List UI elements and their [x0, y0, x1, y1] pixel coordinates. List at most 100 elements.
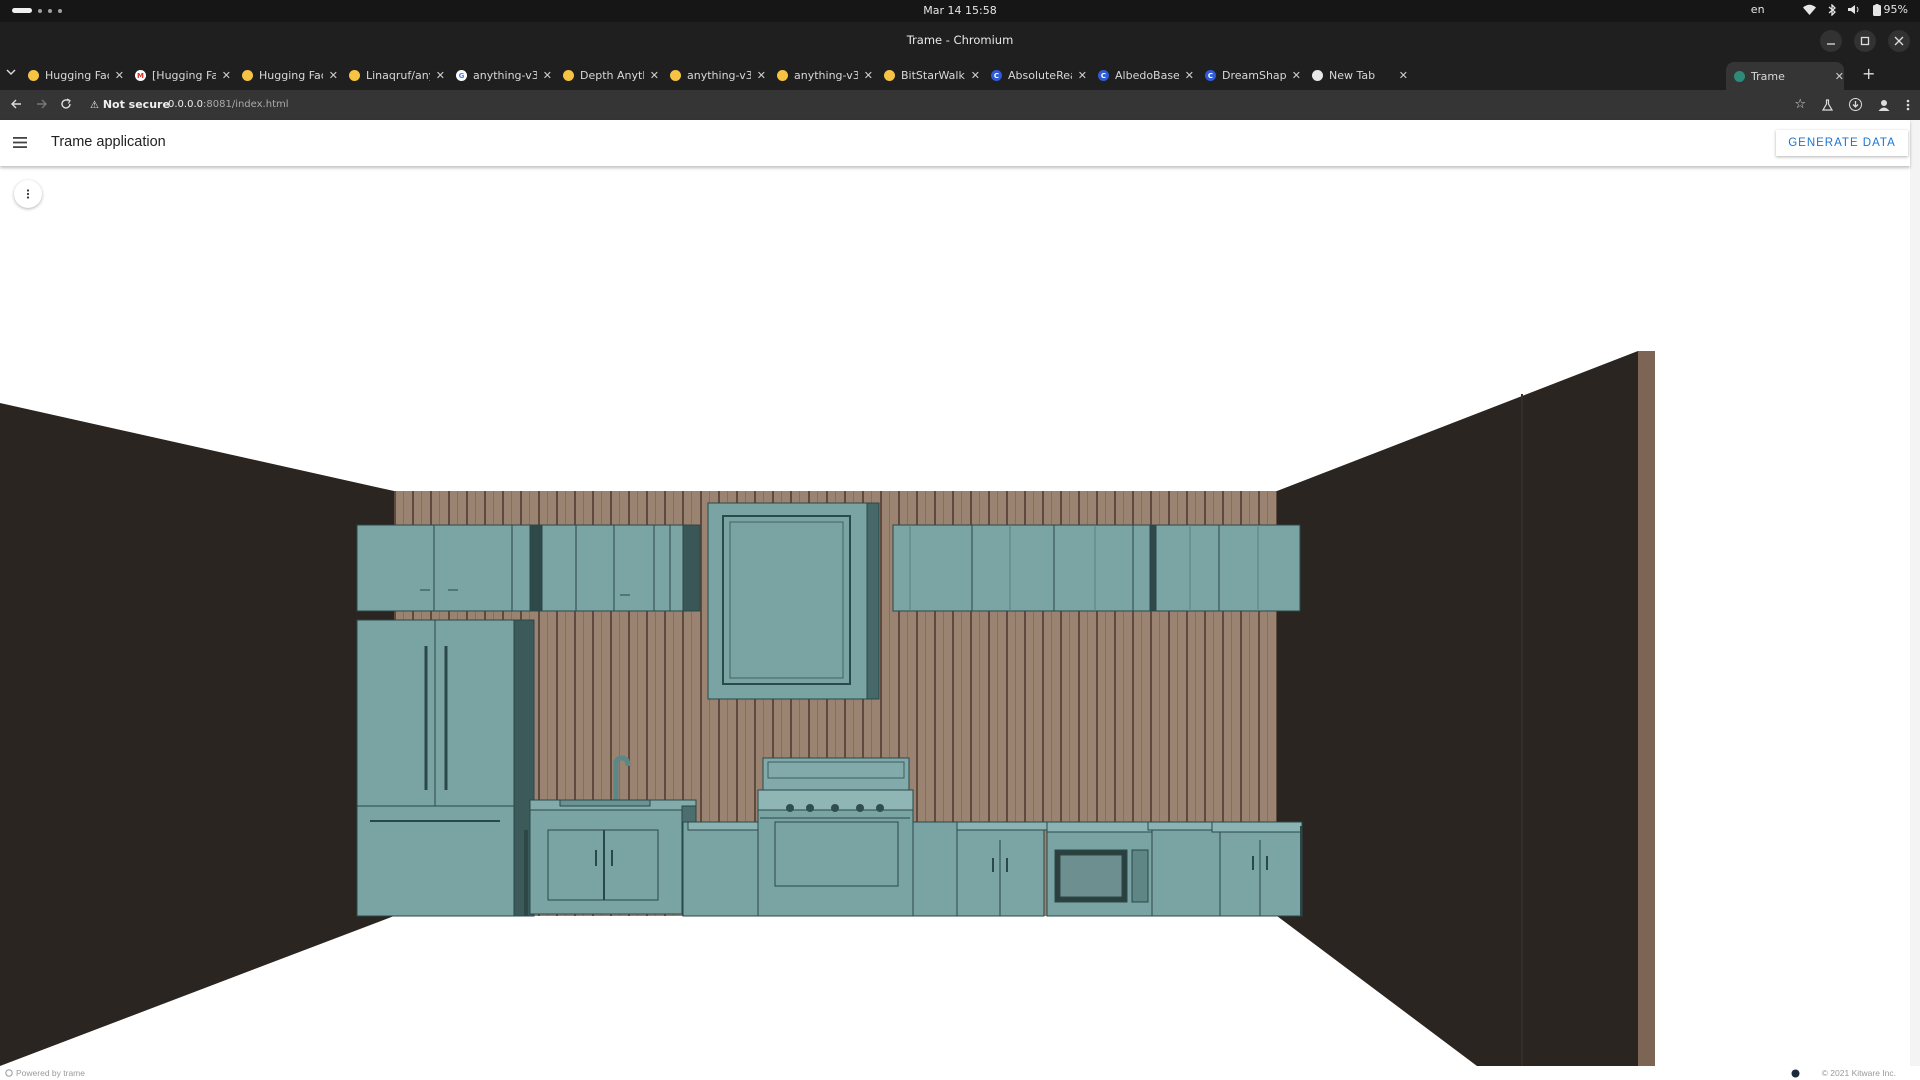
tab-close-icon[interactable]: ✕	[650, 69, 659, 82]
tab-13[interactable]: New Tab ✕	[1312, 62, 1408, 89]
tab-close-icon[interactable]: ✕	[1185, 69, 1194, 82]
reload-icon[interactable]	[60, 98, 72, 110]
tab-11[interactable]: C AlbedoBase XL ✕	[1098, 62, 1194, 89]
tab-label: BitStarWalkin/RF	[901, 69, 965, 82]
battery-icon	[1872, 3, 1881, 16]
labs-flask-icon[interactable]	[1822, 98, 1833, 111]
tab-14[interactable]: Trame ✕	[1726, 62, 1844, 90]
sink-cabinet	[529, 805, 683, 915]
battery-percentage: 95%	[1883, 3, 1908, 16]
url-field[interactable]: 0.0.0.0:8081/index.html	[168, 99, 289, 110]
huggingface-icon	[28, 70, 39, 81]
warning-triangle-icon: ⚠	[90, 100, 99, 111]
chrome-icon	[1312, 70, 1323, 81]
tab-close-icon[interactable]: ✕	[971, 69, 980, 82]
speaker-icon	[1847, 5, 1859, 14]
tab-close-icon[interactable]: ✕	[1399, 69, 1408, 82]
tab-label: Depth Anything	[580, 69, 644, 82]
huggingface-icon	[242, 70, 253, 81]
tab-10[interactable]: C AbsoluteReality ✕	[991, 62, 1087, 89]
close-window-button[interactable]	[1888, 30, 1910, 52]
system-tray[interactable]: en 95%	[1751, 3, 1908, 16]
tab-label: anything-v3-full.s	[794, 69, 858, 82]
new-tab-button[interactable]: +	[1862, 64, 1875, 83]
page-scrollbar[interactable]	[1910, 120, 1920, 1066]
bookmark-star-icon[interactable]: ☆	[1794, 97, 1806, 112]
download-icon[interactable]	[1849, 98, 1862, 111]
security-indicator[interactable]: ⚠ Not secure	[90, 98, 170, 111]
back-arrow-icon[interactable]	[10, 98, 22, 110]
address-bar-row: ⚠ Not secure 0.0.0.0:8081/index.html ☆	[0, 90, 1920, 120]
tab-close-icon[interactable]: ✕	[543, 69, 552, 82]
tab-5[interactable]: Ganything-v3 full ✕	[456, 62, 552, 89]
browser-menu-icon[interactable]	[1906, 99, 1910, 111]
more-vert-icon	[26, 189, 30, 199]
huggingface-icon	[777, 70, 788, 81]
tab-label: New Tab	[1329, 69, 1376, 82]
tab-label: anything-v3-full.s	[687, 69, 751, 82]
system-clock[interactable]: Mar 14 15:58	[0, 4, 1920, 17]
tab-label: Hugging Face – T	[45, 69, 109, 82]
tab-label: DreamShaper XL	[1222, 69, 1286, 82]
window-title: Trame - Chromium	[906, 33, 1014, 47]
maximize-button[interactable]	[1854, 30, 1876, 52]
tab-1[interactable]: Hugging Face – T ✕	[28, 62, 124, 89]
language-indicator[interactable]: en	[1751, 3, 1765, 16]
hamburger-menu-icon[interactable]	[13, 137, 27, 148]
copyright-text: © 2021 Kitware Inc.	[1821, 1068, 1896, 1078]
civitai-icon: C	[1205, 70, 1216, 81]
tab-close-icon[interactable]: ✕	[115, 69, 124, 82]
tab-12[interactable]: C DreamShaper XL ✕	[1205, 62, 1301, 89]
app-title: Trame application	[51, 134, 166, 150]
tab-label: AlbedoBase XL	[1115, 69, 1179, 82]
forward-arrow-icon[interactable]	[36, 98, 48, 110]
tab-4[interactable]: Linaqruf/anythin ✕	[349, 62, 445, 89]
tab-search-chevron-icon[interactable]	[6, 67, 16, 77]
tab-close-icon[interactable]: ✕	[329, 69, 338, 82]
tab-label: Hugging Face – T	[259, 69, 323, 82]
civitai-icon: C	[1098, 70, 1109, 81]
tab-close-icon[interactable]: ✕	[757, 69, 766, 82]
tab-3[interactable]: Hugging Face – T ✕	[242, 62, 338, 89]
system-top-bar: Mar 14 15:58 en 95%	[0, 0, 1920, 22]
civitai-icon: C	[991, 70, 1002, 81]
maximize-icon	[1860, 36, 1870, 46]
huggingface-icon	[349, 70, 360, 81]
tab-8[interactable]: anything-v3-full.s ✕	[777, 62, 873, 89]
powered-by-text: Powered by trame	[16, 1068, 85, 1078]
kitware-logo-icon	[1791, 1069, 1800, 1077]
tab-close-icon[interactable]: ✕	[1835, 70, 1844, 83]
huggingface-icon	[884, 70, 895, 81]
close-icon	[1894, 36, 1904, 46]
trame-icon	[1734, 70, 1745, 82]
gmail-icon: M	[135, 70, 146, 81]
left-wall	[0, 403, 394, 1066]
bluetooth-icon	[1828, 3, 1836, 16]
tab-2[interactable]: M [Hugging Face] C ✕	[135, 62, 231, 89]
tab-label: [Hugging Face] C	[152, 69, 216, 82]
tab-close-icon[interactable]: ✕	[222, 69, 231, 82]
tab-close-icon[interactable]: ✕	[864, 69, 873, 82]
tab-close-icon[interactable]: ✕	[1292, 69, 1301, 82]
wall-end-edge	[1638, 351, 1655, 1066]
right-wall	[1277, 351, 1638, 1066]
trame-logo-icon	[5, 1069, 13, 1077]
tab-strip: Hugging Face – T✕M[Hugging Face] C✕Huggi…	[0, 58, 1920, 90]
3d-render-viewport[interactable]	[0, 166, 1910, 1066]
tab-label: AbsoluteReality	[1008, 69, 1072, 82]
wifi-icon	[1802, 4, 1816, 15]
tab-7[interactable]: anything-v3-full.s ✕	[670, 62, 766, 89]
window-titlebar: Trame - Chromium	[0, 22, 1920, 58]
tab-close-icon[interactable]: ✕	[436, 69, 445, 82]
profile-icon[interactable]	[1878, 99, 1890, 111]
tab-label: anything-v3 full	[473, 69, 537, 82]
minimize-icon	[1827, 43, 1835, 45]
tab-9[interactable]: BitStarWalkin/RF ✕	[884, 62, 980, 89]
google-icon: G	[456, 70, 467, 81]
app-footer: Powered by trame © 2021 Kitware Inc.	[0, 1066, 1920, 1080]
minimize-button[interactable]	[1820, 30, 1842, 52]
tab-6[interactable]: Depth Anything ✕	[563, 62, 659, 89]
viewer-options-button[interactable]	[14, 180, 42, 208]
generate-data-button[interactable]: GENERATE DATA	[1776, 130, 1908, 156]
tab-close-icon[interactable]: ✕	[1078, 69, 1087, 82]
